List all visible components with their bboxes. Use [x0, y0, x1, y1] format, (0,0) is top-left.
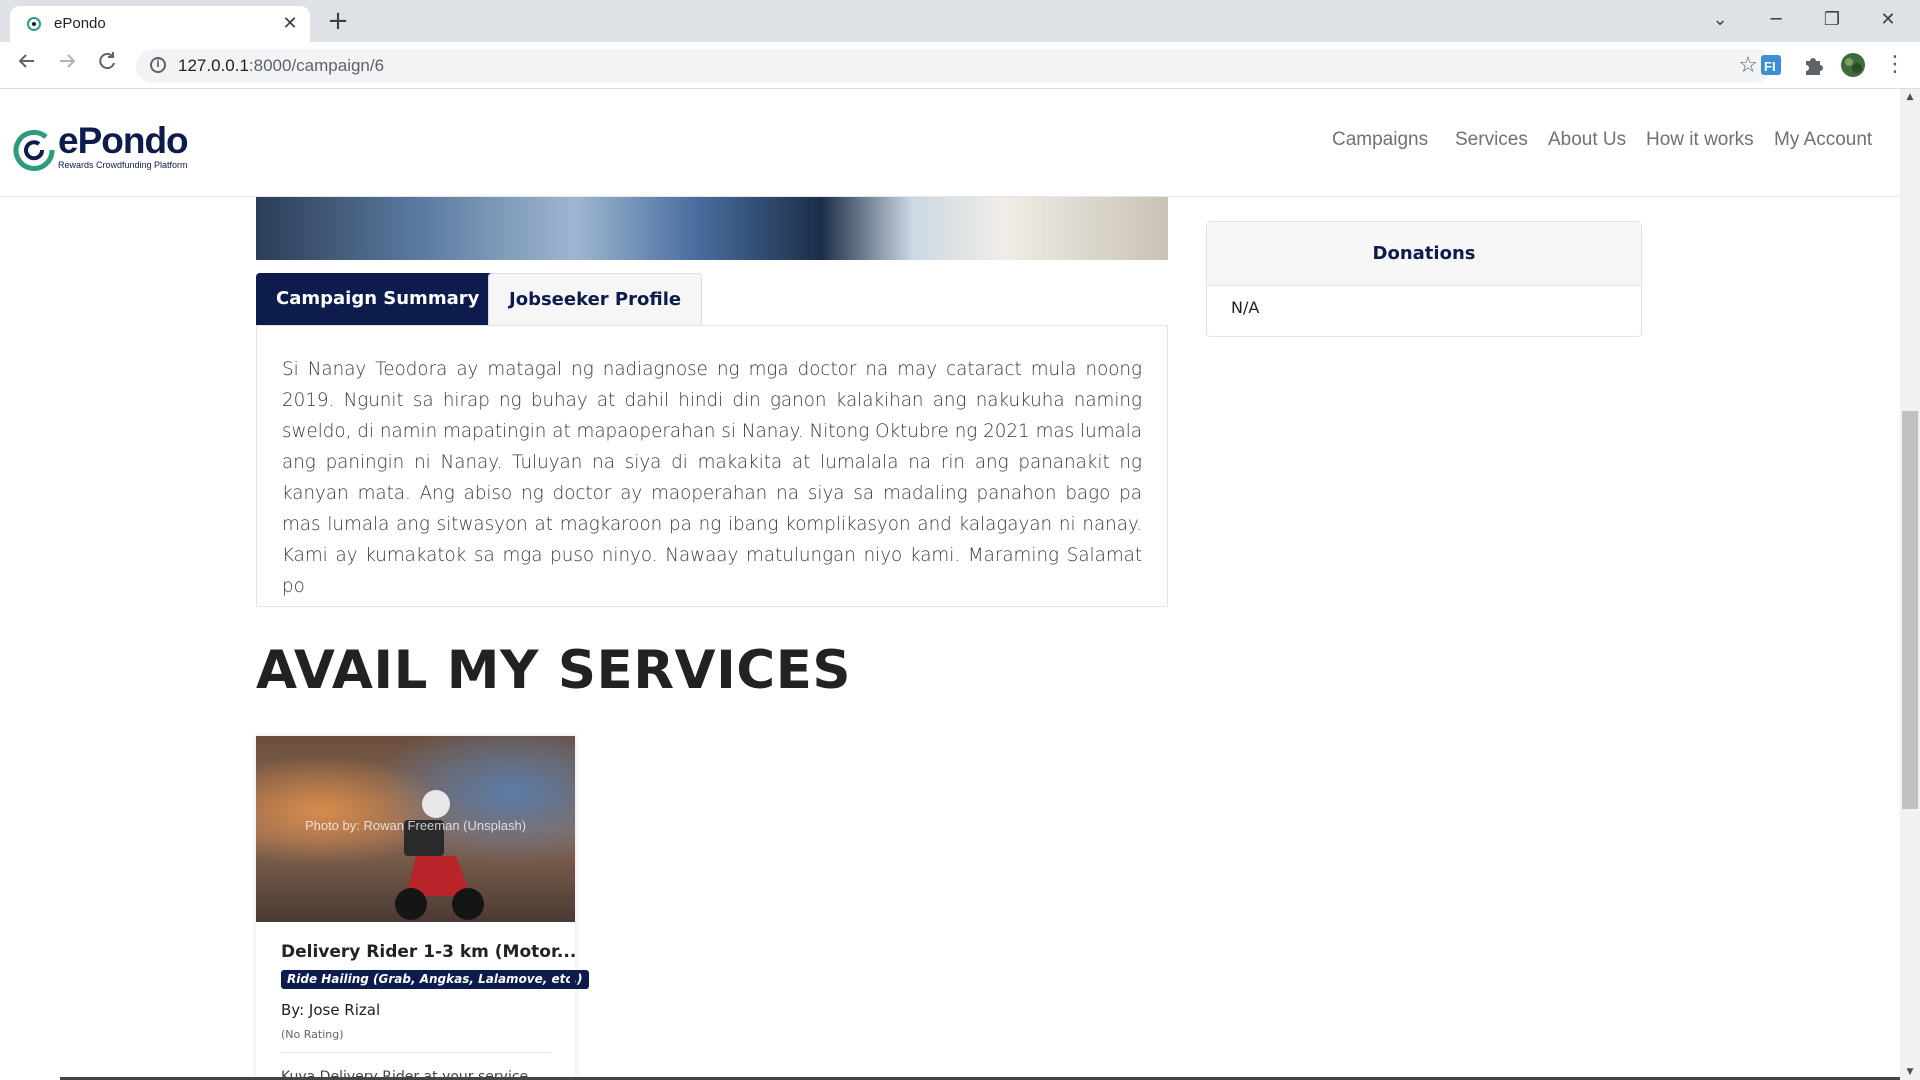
- nav-my-account[interactable]: My Account: [1774, 129, 1872, 151]
- image-credit: Photo by: Rowan Freeman (Unsplash): [304, 818, 527, 833]
- url-text: 127.0.0.1:8000/campaign/6: [178, 56, 385, 75]
- category-badge-overflow: [570, 970, 575, 989]
- tab-jobseeker-profile[interactable]: Jobseeker Profile: [488, 273, 703, 325]
- scroll-down-icon[interactable]: ▼: [1900, 1064, 1920, 1080]
- nav-how-it-works[interactable]: How it works: [1646, 129, 1754, 151]
- campaign-summary-text: Si Nanay Teodora ay matagal ng nadiagnos…: [282, 359, 1142, 597]
- category-badge[interactable]: Ride Hailing (Grab, Angkas, Lalamove, et…: [281, 970, 589, 989]
- extensions-puzzle-icon[interactable]: [1800, 52, 1826, 78]
- address-bar[interactable]: i 127.0.0.1:8000/campaign/6 ☆: [136, 49, 1772, 83]
- restore-button[interactable]: ❐: [1804, 0, 1860, 40]
- browser-tab[interactable]: ePondo ✕: [10, 6, 310, 42]
- bookmark-star-icon[interactable]: ☆: [1738, 53, 1758, 78]
- site-header: ePondo Rewards Crowdfunding Platform Cam…: [0, 89, 1900, 197]
- close-window-button[interactable]: ✕: [1860, 0, 1916, 40]
- card-divider: [281, 1052, 551, 1053]
- donations-box: Donations N/A: [1206, 221, 1642, 337]
- campaign-image: [256, 197, 1168, 260]
- donations-value: N/A: [1231, 298, 1260, 317]
- logo-text: ePondo: [58, 120, 189, 161]
- forward-arrow-icon[interactable]: [52, 50, 82, 80]
- epondo-logo[interactable]: ePondo Rewards Crowdfunding Platform: [12, 120, 202, 172]
- minimize-button[interactable]: ─: [1748, 0, 1804, 40]
- page-viewport: ePondo Rewards Crowdfunding Platform Cam…: [0, 89, 1900, 1080]
- tab-campaign-summary[interactable]: Campaign Summary: [256, 273, 500, 325]
- service-rating: (No Rating): [281, 1028, 344, 1041]
- page-scrollbar[interactable]: ▲ ▼: [1900, 89, 1920, 1080]
- nav-services[interactable]: Services: [1455, 129, 1528, 151]
- campaign-tabs: Campaign Summary Jobseeker Profile: [256, 273, 1168, 325]
- logo-tagline: Rewards Crowdfunding Platform: [58, 160, 188, 170]
- rider-silhouette-icon: [395, 790, 484, 920]
- site-info-icon[interactable]: i: [150, 57, 166, 73]
- epondo-favicon-icon: [27, 17, 41, 31]
- new-tab-button[interactable]: +: [324, 8, 352, 36]
- browser-toolbar: i 127.0.0.1:8000/campaign/6 ☆ FI ⋮: [0, 42, 1920, 89]
- reload-icon[interactable]: [92, 50, 122, 80]
- service-title[interactable]: Delivery Rider 1-3 km (Motor...: [281, 942, 576, 962]
- browser-tab-strip: ePondo ✕ + ⌄ ─ ❐ ✕: [0, 0, 1920, 42]
- browser-menu-icon[interactable]: ⋮: [1880, 50, 1910, 80]
- service-card[interactable]: Photo by: Rowan Freeman (Unsplash) Deliv…: [256, 736, 589, 1080]
- services-heading: AVAIL MY SERVICES: [256, 640, 852, 701]
- nav-campaigns[interactable]: Campaigns: [1332, 129, 1428, 151]
- logo-swirl-icon: [13, 129, 55, 171]
- service-image[interactable]: Photo by: Rowan Freeman (Unsplash): [256, 736, 575, 922]
- profile-avatar-icon[interactable]: [1840, 52, 1866, 78]
- tab-title: ePondo: [54, 15, 106, 32]
- scrollbar-thumb[interactable]: [1902, 411, 1918, 809]
- close-tab-icon[interactable]: ✕: [278, 12, 302, 36]
- back-arrow-icon[interactable]: [12, 50, 42, 80]
- service-author: By: Jose Rizal: [281, 1001, 381, 1019]
- donations-title: Donations: [1207, 222, 1641, 286]
- nav-about-us[interactable]: About Us: [1548, 129, 1626, 151]
- campaign-summary-panel: Si Nanay Teodora ay matagal ng nadiagnos…: [256, 325, 1168, 607]
- svg-text:FI: FI: [1764, 59, 1776, 74]
- extension-fi-icon[interactable]: FI: [1758, 52, 1784, 78]
- tab-search-chevron-icon[interactable]: ⌄: [1692, 0, 1748, 40]
- scroll-up-icon[interactable]: ▲: [1900, 89, 1920, 105]
